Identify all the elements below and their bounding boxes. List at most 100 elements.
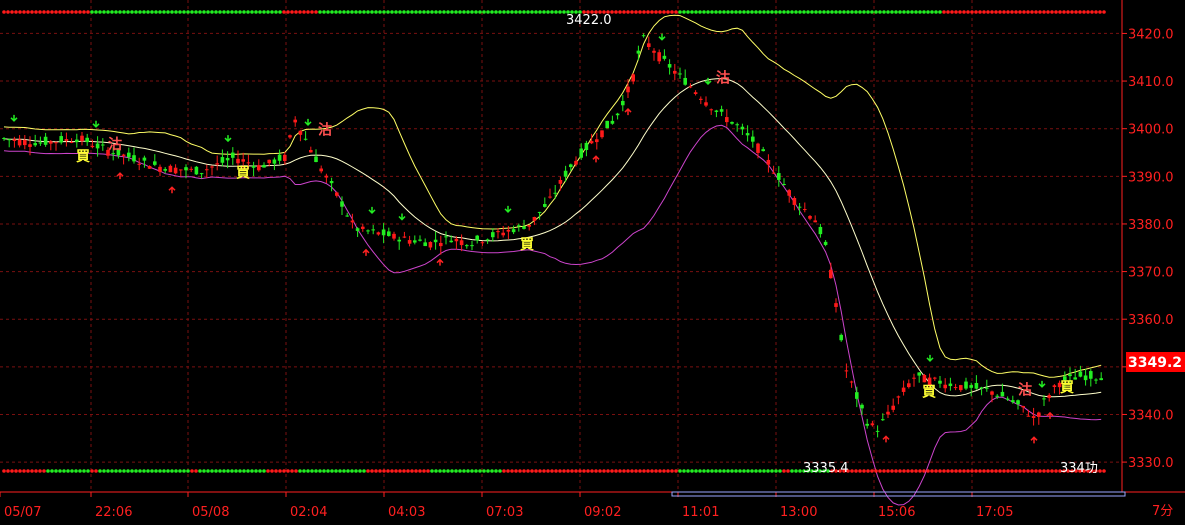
status-dot-top (74, 10, 78, 14)
y-tick-label: 3360.0 (1128, 313, 1174, 328)
status-dot-top (666, 10, 670, 14)
status-dot-bottom (270, 469, 274, 473)
status-dot-bottom (990, 469, 994, 473)
candle-body (433, 239, 438, 243)
status-dot-top (830, 10, 834, 14)
status-dot-top (854, 10, 858, 14)
status-dot-bottom (378, 469, 382, 473)
status-dot-bottom (862, 469, 866, 473)
status-dot-bottom (930, 469, 934, 473)
status-dot-bottom (262, 469, 266, 473)
status-dot-top (1014, 10, 1018, 14)
candle-body (350, 220, 355, 223)
status-dot-top (346, 10, 350, 14)
status-dot-bottom (530, 469, 534, 473)
status-dot-top (974, 10, 978, 14)
candle-body (777, 173, 781, 180)
candle-body (340, 201, 344, 207)
status-dot-top (522, 10, 526, 14)
status-dot-bottom (106, 469, 110, 473)
status-dot-bottom (646, 469, 650, 473)
status-dot-bottom (570, 469, 574, 473)
x-tick-label: 17:05 (976, 505, 1013, 520)
candle-body (90, 145, 95, 148)
status-dot-bottom (482, 469, 486, 473)
status-dot-top (62, 10, 66, 14)
status-dot-top (926, 10, 930, 14)
status-dot-top (526, 10, 530, 14)
status-dot-bottom (362, 469, 366, 473)
status-dot-bottom (438, 469, 442, 473)
status-dot-top (114, 10, 118, 14)
status-dot-top (426, 10, 430, 14)
status-dot-top (86, 10, 90, 14)
status-dot-top (306, 10, 310, 14)
candle-body (543, 204, 547, 207)
status-dot-top (130, 10, 134, 14)
candle-body (792, 197, 797, 205)
status-dot-top (1074, 10, 1078, 14)
status-dot-top (10, 10, 14, 14)
status-dot-bottom (382, 469, 386, 473)
status-dot-bottom (370, 469, 374, 473)
status-dot-bottom (582, 469, 586, 473)
status-dot-bottom (910, 469, 914, 473)
candle-body (324, 175, 329, 178)
signal-label: 沽 (108, 136, 122, 153)
status-dot-top (102, 10, 106, 14)
candle-body (470, 245, 474, 247)
status-dot-top (1082, 10, 1086, 14)
status-dot-bottom (326, 469, 330, 473)
candle-body (142, 157, 147, 161)
status-dot-top (966, 10, 970, 14)
status-dot-bottom (906, 469, 910, 473)
status-dot-top (286, 10, 290, 14)
status-dot-top (1054, 10, 1058, 14)
status-dot-top (166, 10, 170, 14)
status-dot-top (398, 10, 402, 14)
candle-body (719, 109, 724, 112)
candle-body (693, 92, 698, 95)
status-dot-top (686, 10, 690, 14)
candle-body (511, 229, 516, 233)
status-dot-top (402, 10, 406, 14)
status-dot-top (634, 10, 638, 14)
y-tick-label: 3330.0 (1128, 456, 1174, 471)
status-dot-top (174, 10, 178, 14)
candle-body (1094, 379, 1098, 381)
status-dot-top (702, 10, 706, 14)
candle-body (215, 163, 219, 165)
candle-body (127, 152, 131, 158)
status-dot-top (1042, 10, 1046, 14)
status-dot-bottom (670, 469, 674, 473)
candle-body (355, 228, 360, 231)
y-tick-label: 3380.0 (1128, 218, 1174, 233)
status-dot-top (806, 10, 810, 14)
status-dot-bottom (202, 469, 206, 473)
candle-body (329, 181, 334, 184)
status-dot-top (70, 10, 74, 14)
candle-body (829, 269, 833, 279)
status-dot-bottom (130, 469, 134, 473)
status-dot-top (1002, 10, 1006, 14)
status-dot-top (718, 10, 722, 14)
status-dot-bottom (618, 469, 622, 473)
candle-body (688, 86, 693, 88)
status-dot-top (1038, 10, 1042, 14)
candle-body (319, 168, 323, 172)
status-dot-top (946, 10, 950, 14)
status-dot-top (322, 10, 326, 14)
status-dot-bottom (986, 469, 990, 473)
status-dot-bottom (286, 469, 290, 473)
status-dot-top (894, 10, 898, 14)
candle-body (28, 144, 32, 147)
candle-body (517, 225, 521, 227)
status-dot-top (886, 10, 890, 14)
status-dot-bottom (206, 469, 210, 473)
status-dot-bottom (966, 469, 970, 473)
status-dot-bottom (358, 469, 362, 473)
status-dot-bottom (18, 469, 22, 473)
status-dot-top (870, 10, 874, 14)
candle-body (361, 226, 365, 229)
status-dot-top (722, 10, 726, 14)
